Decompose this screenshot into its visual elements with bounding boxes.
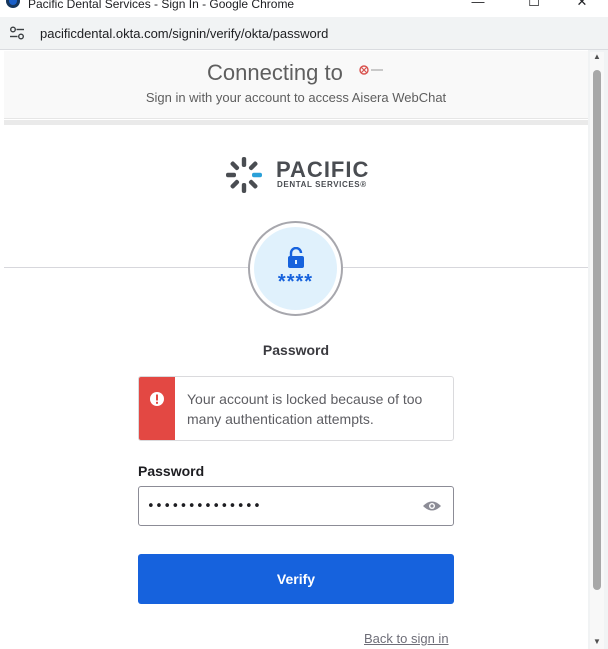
aisera-logo-icon <box>359 65 383 75</box>
password-label: Password <box>138 463 205 479</box>
scroll-down-icon[interactable]: ▼ <box>592 637 602 647</box>
password-stars: **** <box>277 271 314 293</box>
unlock-icon <box>288 247 304 268</box>
brand-logo: PACIFIC DENTAL SERVICES® <box>224 153 374 195</box>
scrollbar-thumb[interactable] <box>593 70 601 590</box>
site-settings-icon[interactable] <box>9 26 25 40</box>
header-subtitle: Sign in with your account to access Aise… <box>145 90 447 105</box>
brand-subtitle: DENTAL SERVICES® <box>277 180 367 189</box>
pacific-dental-logo-icon <box>226 157 262 193</box>
close-button[interactable]: ✕ <box>572 0 592 9</box>
scroll-up-icon[interactable]: ▲ <box>592 52 602 62</box>
connecting-text: Connecting to <box>207 60 343 86</box>
factor-title: Password <box>262 342 330 358</box>
maximize-button[interactable]: ☐ <box>524 0 544 9</box>
error-alert: Your account is locked because of too ma… <box>138 376 454 441</box>
alert-bar <box>139 377 175 440</box>
connecting-heading: Connecting to <box>4 59 588 86</box>
factor-badge: **** <box>248 221 343 316</box>
url-text[interactable]: pacificdental.okta.com/signin/verify/okt… <box>40 26 328 41</box>
page-content: Connecting to Sign in with your account … <box>4 51 588 649</box>
alert-message: Your account is locked because of too ma… <box>187 391 423 427</box>
password-input[interactable] <box>138 486 454 526</box>
signin-card: PACIFIC DENTAL SERVICES® **** Password Y… <box>4 125 588 649</box>
chrome-icon <box>6 0 20 8</box>
window-title: Pacific Dental Services - Sign In - Goog… <box>28 0 295 11</box>
verify-button[interactable]: Verify <box>138 554 454 604</box>
minimize-button[interactable]: — <box>468 0 488 9</box>
window-titlebar: Pacific Dental Services - Sign In - Goog… <box>0 0 608 17</box>
factor-badge-inner: **** <box>254 227 337 310</box>
app-header: Connecting to Sign in with your account … <box>4 51 588 119</box>
back-to-sign-in-link[interactable]: Back to sign in <box>364 631 449 646</box>
divider-right <box>343 267 588 268</box>
divider-left <box>4 267 248 268</box>
error-icon <box>150 392 164 406</box>
address-bar[interactable]: pacificdental.okta.com/signin/verify/okt… <box>0 17 608 50</box>
eye-icon[interactable] <box>422 499 442 513</box>
